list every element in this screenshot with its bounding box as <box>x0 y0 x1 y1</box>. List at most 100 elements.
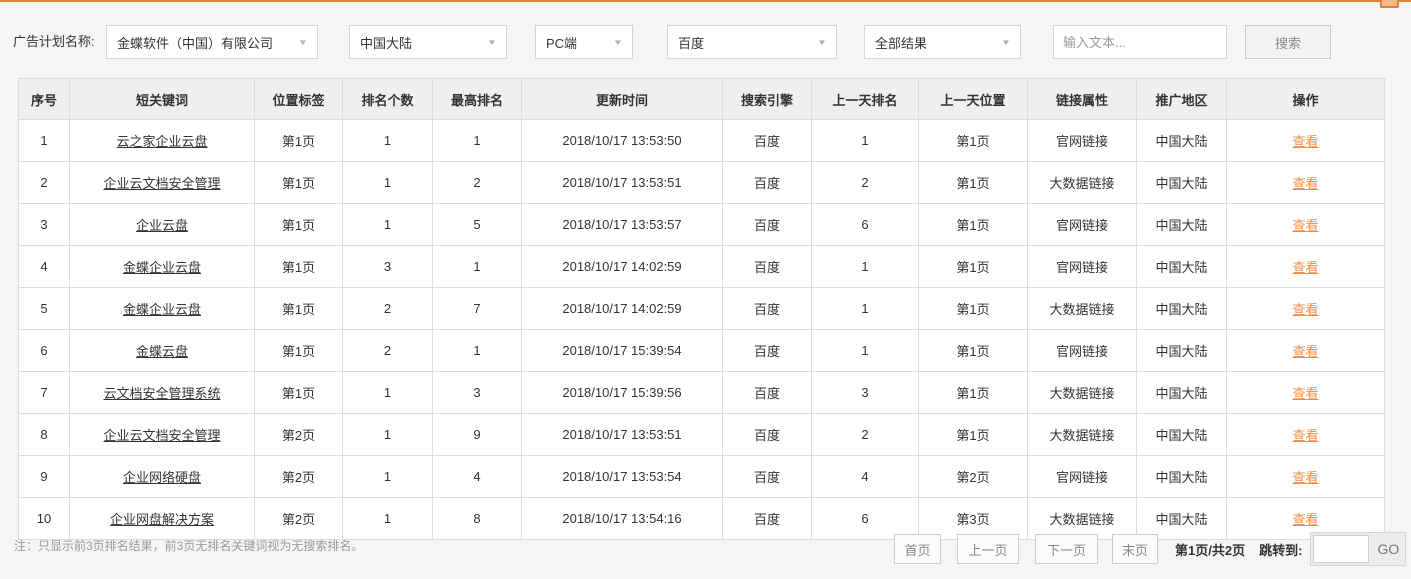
position-label: 第1页 <box>254 287 343 330</box>
jump-group: GO <box>1310 532 1407 566</box>
search-engine: 百度 <box>722 287 812 330</box>
update-time: 2018/10/17 13:53:57 <box>521 203 723 246</box>
keyword-link[interactable]: 云之家企业云盘 <box>116 134 207 149</box>
row-index: 1 <box>18 119 70 162</box>
rank-count: 1 <box>342 119 433 162</box>
prev-day-rank: 1 <box>811 119 919 162</box>
keyword-cell: 企业云文档安全管理 <box>69 413 255 456</box>
first-page-button[interactable]: 首页 <box>894 534 941 564</box>
update-time: 2018/10/17 13:54:16 <box>521 497 723 540</box>
last-page-button[interactable]: 末页 <box>1112 534 1158 564</box>
promo-region: 中国大陆 <box>1136 329 1227 372</box>
action-cell: 查看 <box>1226 371 1385 414</box>
selected-value: PC端 <box>546 35 578 51</box>
prev-day-position: 第1页 <box>918 287 1028 330</box>
row-index: 2 <box>18 161 70 204</box>
link-attribute: 官网链接 <box>1027 245 1137 288</box>
search-input[interactable] <box>1053 25 1227 59</box>
update-time: 2018/10/17 14:02:59 <box>521 245 723 288</box>
keyword-link[interactable]: 金蝶企业云盘 <box>123 260 201 275</box>
link-attribute: 官网链接 <box>1027 119 1137 162</box>
region-select[interactable]: 中国大陆 ▼ <box>349 25 507 59</box>
keyword-cell: 企业云盘 <box>69 203 255 246</box>
view-link[interactable]: 查看 <box>1292 218 1318 233</box>
action-cell: 查看 <box>1226 413 1385 456</box>
view-link[interactable]: 查看 <box>1292 470 1318 485</box>
link-attribute: 大数据链接 <box>1027 371 1137 414</box>
prev-page-button[interactable]: 上一页 <box>957 534 1019 564</box>
link-attribute: 官网链接 <box>1027 203 1137 246</box>
device-select[interactable]: PC端 ▼ <box>535 25 633 59</box>
prev-day-rank: 3 <box>811 371 919 414</box>
update-time: 2018/10/17 13:53:50 <box>521 119 723 162</box>
keyword-ranking-table: 序号 短关键词 位置标签 排名个数 最高排名 更新时间 搜索引擎 上一天排名 上一天位置 链接属性… <box>18 78 1385 540</box>
pagination: 首页 上一页 下一页 末页 第1页/共2页 跳转到: GO <box>894 532 1407 566</box>
keyword-link[interactable]: 企业云文档安全管理 <box>103 176 220 191</box>
table-row: 4 金蝶企业云盘 第1页 3 1 2018/10/17 14:02:59 百度 1 第1页 官网链… <box>18 245 1385 288</box>
search-engine: 百度 <box>722 329 812 372</box>
view-link[interactable]: 查看 <box>1292 386 1318 401</box>
jump-page-input[interactable] <box>1313 535 1370 563</box>
row-index: 4 <box>18 245 70 288</box>
best-rank: 7 <box>432 287 522 330</box>
prev-day-rank: 1 <box>811 329 919 372</box>
action-cell: 查看 <box>1226 245 1385 288</box>
best-rank: 1 <box>432 245 522 288</box>
next-page-button[interactable]: 下一页 <box>1035 534 1098 564</box>
row-index: 9 <box>18 455 70 498</box>
prev-day-rank: 1 <box>811 287 919 330</box>
action-cell: 查看 <box>1226 161 1385 204</box>
action-cell: 查看 <box>1226 329 1385 372</box>
chevron-down-icon: ▼ <box>297 37 309 47</box>
table-row: 1 云之家企业云盘 第1页 1 1 2018/10/17 13:53:50 百度 1 第1页 官网… <box>18 119 1385 162</box>
prev-day-rank: 2 <box>811 413 919 456</box>
link-attribute: 官网链接 <box>1027 329 1137 372</box>
view-link[interactable]: 查看 <box>1292 512 1318 527</box>
view-link[interactable]: 查看 <box>1292 176 1318 191</box>
keyword-link[interactable]: 云文档安全管理系统 <box>103 386 220 401</box>
position-label: 第1页 <box>254 329 343 372</box>
action-cell: 查看 <box>1226 203 1385 246</box>
rank-count: 2 <box>342 329 433 372</box>
position-label: 第1页 <box>254 371 343 414</box>
table-row: 6 金蝶云盘 第1页 2 1 2018/10/17 15:39:54 百度 1 第1页 官网链接中… <box>18 329 1385 372</box>
search-engine: 百度 <box>722 413 812 456</box>
view-link[interactable]: 查看 <box>1292 428 1318 443</box>
keyword-link[interactable]: 企业网络硬盘 <box>123 470 201 485</box>
view-link[interactable]: 查看 <box>1292 134 1318 149</box>
column-header: 排名个数 <box>342 78 433 120</box>
action-cell: 查看 <box>1226 287 1385 330</box>
prev-day-rank: 2 <box>811 161 919 204</box>
update-time: 2018/10/17 13:53:51 <box>521 413 723 456</box>
position-label: 第1页 <box>254 161 343 204</box>
row-index: 5 <box>18 287 70 330</box>
result-type-select[interactable]: 全部结果 ▼ <box>864 25 1021 59</box>
position-label: 第1页 <box>254 203 343 246</box>
prev-day-position: 第1页 <box>918 119 1028 162</box>
search-engine: 百度 <box>722 371 812 414</box>
search-button[interactable]: 搜索 <box>1245 25 1331 59</box>
rank-count: 2 <box>342 287 433 330</box>
engine-select[interactable]: 百度 ▼ <box>667 25 837 59</box>
filter-bar: 广告计划名称: 金蝶软件（中国）有限公司 ▼ 中国大陆 ▼ PC端 ▼ 百度 ▼… <box>0 25 1411 59</box>
prev-day-position: 第2页 <box>918 455 1028 498</box>
keyword-link[interactable]: 企业网盘解决方案 <box>110 512 214 527</box>
chevron-down-icon: ▼ <box>816 37 828 47</box>
ad-plan-label: 广告计划名称: <box>13 34 95 49</box>
promo-region: 中国大陆 <box>1136 455 1227 498</box>
table-row: 7 云文档安全管理系统 第1页 1 3 2018/10/17 15:39:56 百度 3 第1页… <box>18 371 1385 414</box>
keyword-link[interactable]: 企业云盘 <box>136 218 188 233</box>
selected-value: 全部结果 <box>875 35 928 51</box>
keyword-cell: 云之家企业云盘 <box>69 119 255 162</box>
prev-day-position: 第1页 <box>918 371 1028 414</box>
view-link[interactable]: 查看 <box>1292 344 1318 359</box>
keyword-link[interactable]: 金蝶企业云盘 <box>123 302 201 317</box>
go-button[interactable]: GO <box>1371 533 1405 565</box>
keyword-link[interactable]: 金蝶云盘 <box>136 344 188 359</box>
view-link[interactable]: 查看 <box>1292 302 1318 317</box>
view-link[interactable]: 查看 <box>1292 260 1318 275</box>
keyword-link[interactable]: 企业云文档安全管理 <box>103 428 220 443</box>
page-info: 第1页/共2页 <box>1175 542 1246 558</box>
ad-plan-select[interactable]: 金蝶软件（中国）有限公司 ▼ <box>106 25 318 59</box>
column-header: 短关键词 <box>69 78 255 120</box>
